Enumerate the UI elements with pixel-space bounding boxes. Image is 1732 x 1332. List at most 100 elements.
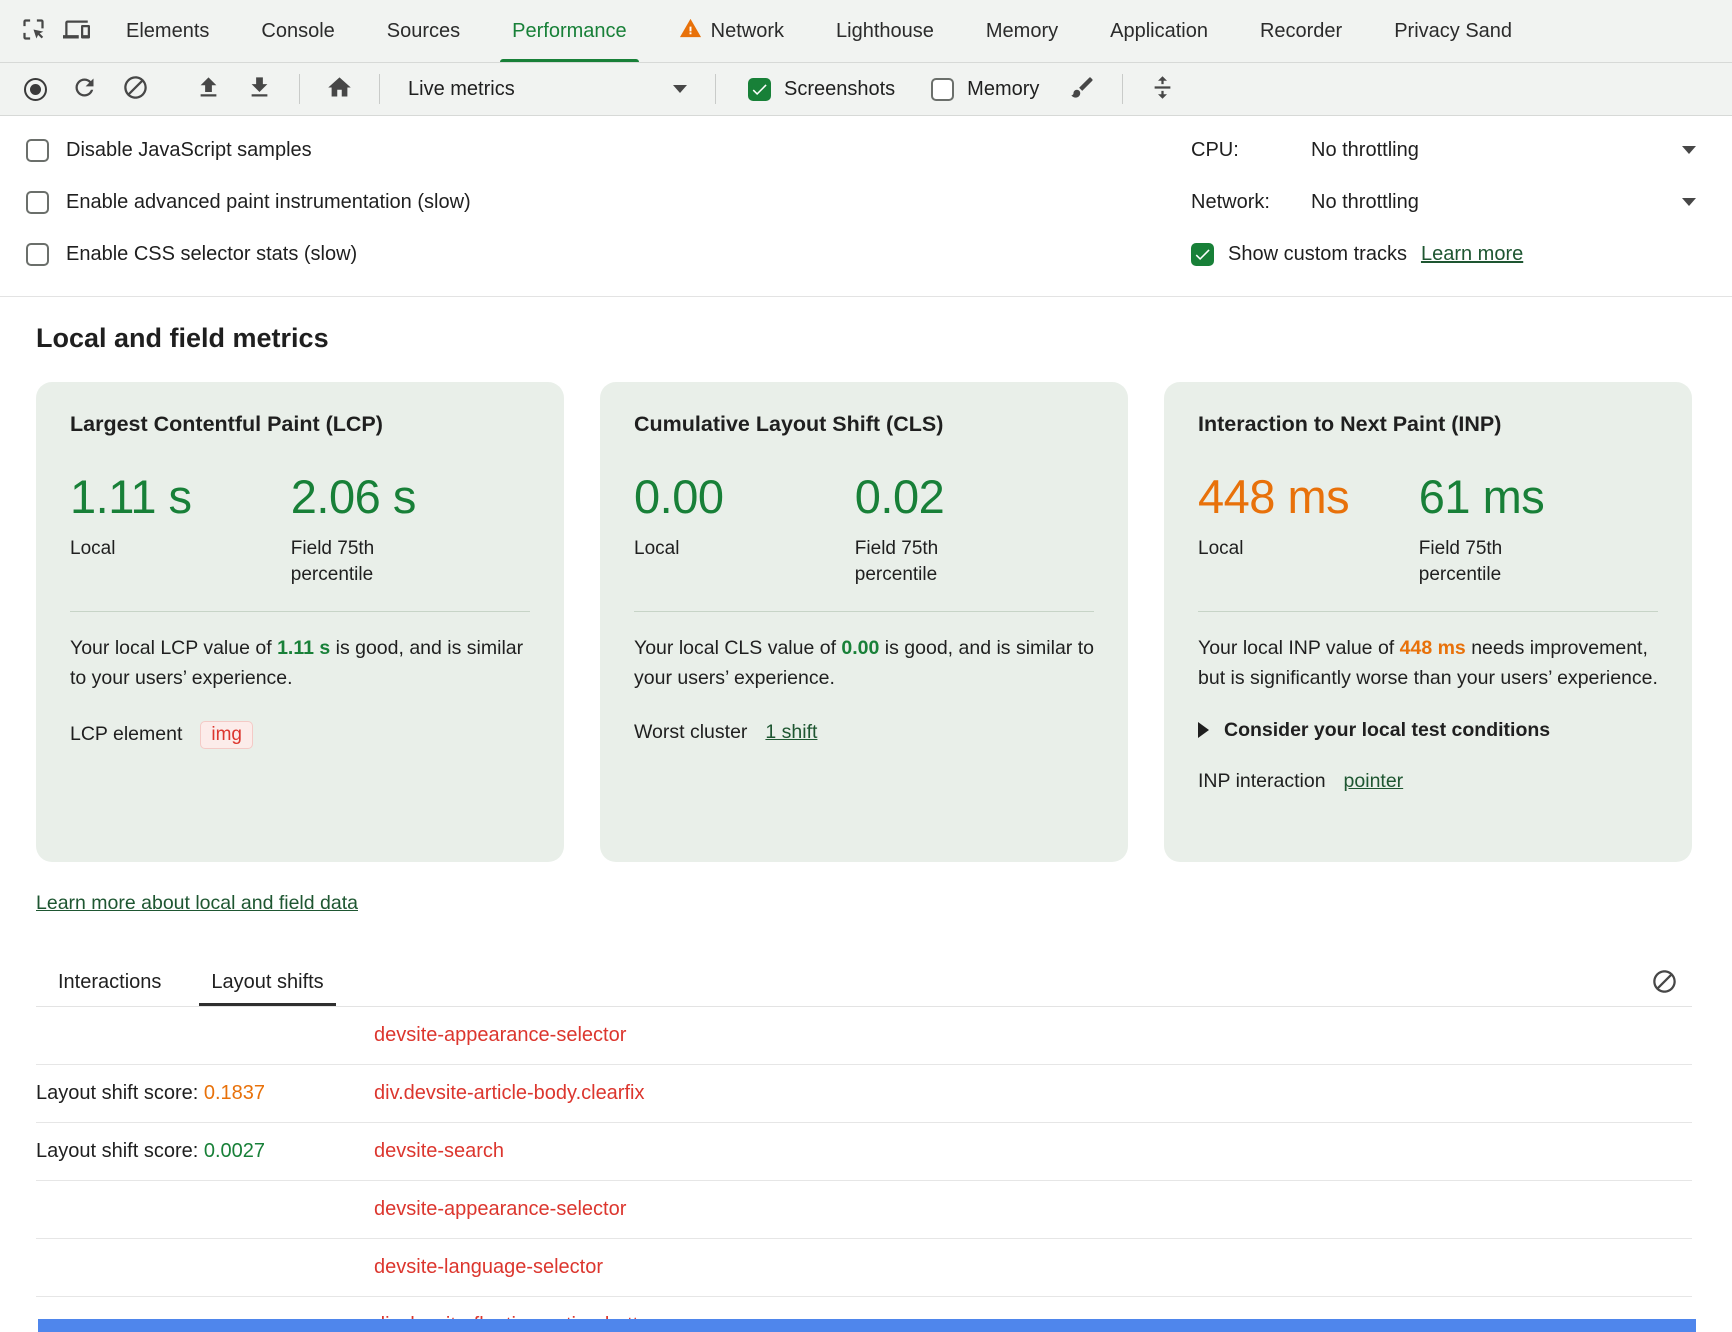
- node-link[interactable]: devsite-appearance-selector: [374, 1024, 626, 1047]
- dropdown-arrow-icon: [1682, 146, 1696, 154]
- page-title: Local and field metrics: [36, 323, 1692, 354]
- tab-application[interactable]: Application: [1084, 0, 1234, 62]
- warning-icon: [679, 17, 702, 46]
- layout-shift-row: devsite-appearance-selector: [36, 1007, 1692, 1065]
- memory-label: Memory: [967, 78, 1039, 101]
- load-profile-button[interactable]: [189, 68, 228, 110]
- tab-sources[interactable]: Sources: [361, 0, 486, 62]
- node-link[interactable]: devsite-search: [374, 1140, 504, 1163]
- performance-toolbar: Live metrics Screenshots Memory: [0, 63, 1732, 116]
- cls-local-label: Local: [634, 536, 855, 562]
- card-divider: [634, 611, 1094, 612]
- tab-recorder[interactable]: Recorder: [1234, 0, 1368, 62]
- lcp-element-label: LCP element: [70, 723, 182, 746]
- cls-card: Cumulative Layout Shift (CLS) 0.00 Local…: [600, 382, 1128, 862]
- adjust-tracks-button[interactable]: [1143, 68, 1182, 110]
- home-icon: [326, 74, 353, 104]
- upload-icon: [195, 74, 222, 104]
- checkbox-unchecked-icon: [26, 139, 49, 162]
- tab-memory[interactable]: Memory: [960, 0, 1084, 62]
- tab-label: Sources: [387, 20, 460, 43]
- throttling-settings: CPU: No throttling Network: No throttlin…: [1191, 124, 1696, 280]
- performance-settings: Disable JavaScript samples Enable advanc…: [0, 116, 1732, 297]
- network-throttling-select[interactable]: Network: No throttling: [1191, 176, 1696, 228]
- save-profile-button[interactable]: [240, 68, 279, 110]
- record-button[interactable]: [18, 72, 53, 107]
- tab-console[interactable]: Console: [235, 0, 360, 62]
- cls-card-title: Cumulative Layout Shift (CLS): [634, 412, 1094, 437]
- toolbar-separator: [379, 74, 380, 104]
- show-custom-tracks-checkbox[interactable]: Show custom tracks: [1191, 228, 1407, 280]
- learn-more-link[interactable]: Learn more: [1421, 243, 1523, 266]
- lcp-element-node-link[interactable]: img: [200, 721, 253, 749]
- desc-text: Your local INP value of: [1198, 637, 1400, 659]
- live-metrics-home-button[interactable]: [320, 68, 359, 110]
- checkbox-unchecked-icon: [26, 243, 49, 266]
- live-metrics-view: Local and field metrics Largest Contentf…: [0, 297, 1732, 1332]
- settings-checkbox-list: Disable JavaScript samples Enable advanc…: [26, 124, 471, 280]
- block-icon: [122, 74, 149, 104]
- inp-local-value: 448 ms: [1198, 469, 1419, 524]
- inspect-element-button[interactable]: [14, 10, 53, 52]
- desc-value: 448 ms: [1400, 637, 1466, 659]
- memory-checkbox[interactable]: Memory: [931, 78, 1039, 101]
- screenshots-checkbox[interactable]: Screenshots: [748, 78, 895, 101]
- lcp-field-label: Field 75th percentile: [291, 536, 411, 587]
- clear-button[interactable]: [116, 68, 155, 110]
- tab-interactions[interactable]: Interactions: [56, 959, 163, 1006]
- tab-label: Network: [711, 20, 784, 43]
- tab-elements[interactable]: Elements: [100, 0, 235, 62]
- tab-privacy-sandbox[interactable]: Privacy Sand: [1368, 0, 1538, 62]
- tab-layout-shifts[interactable]: Layout shifts: [209, 959, 325, 1006]
- reload-icon: [71, 74, 98, 104]
- block-icon: [1651, 968, 1678, 998]
- disclosure-triangle-icon: [1198, 722, 1209, 738]
- node-link[interactable]: devsite-language-selector: [374, 1256, 603, 1279]
- tab-lighthouse[interactable]: Lighthouse: [810, 0, 960, 62]
- log-tab-label: Interactions: [58, 971, 161, 994]
- tab-performance[interactable]: Performance: [486, 0, 653, 62]
- checkbox-checked-icon: [748, 78, 771, 101]
- network-label: Network:: [1191, 191, 1297, 214]
- worst-cluster-label: Worst cluster: [634, 721, 747, 744]
- adjust-icon: [1149, 74, 1176, 104]
- css-selector-stats-checkbox[interactable]: Enable CSS selector stats (slow): [26, 228, 471, 280]
- node-link[interactable]: devsite-appearance-selector: [374, 1198, 626, 1221]
- lcp-local-value: 1.11 s: [70, 469, 291, 524]
- download-icon: [246, 74, 273, 104]
- inp-interaction-link[interactable]: pointer: [1344, 770, 1404, 793]
- record-icon: [24, 78, 47, 101]
- desc-value: 1.11 s: [277, 637, 330, 659]
- brush-icon: [1069, 74, 1096, 104]
- layout-shift-row: devsite-language-selector: [36, 1239, 1692, 1297]
- learn-more-local-field-link[interactable]: Learn more about local and field data: [36, 892, 358, 915]
- inp-description: Your local INP value of 448 ms needs imp…: [1198, 634, 1658, 693]
- checkbox-label: Show custom tracks: [1228, 243, 1407, 266]
- score-label: Layout shift score:: [36, 1082, 204, 1104]
- disclosure-label: Consider your local test conditions: [1224, 719, 1550, 742]
- desc-text: Your local LCP value of: [70, 637, 277, 659]
- layout-shift-row: Layout shift score: 0.0027 devsite-searc…: [36, 1123, 1692, 1181]
- history-select[interactable]: Live metrics: [400, 72, 695, 107]
- advanced-paint-instrumentation-checkbox[interactable]: Enable advanced paint instrumentation (s…: [26, 176, 471, 228]
- checkbox-label: Enable CSS selector stats (slow): [66, 243, 357, 266]
- toolbar-separator: [715, 74, 716, 104]
- tab-label: Lighthouse: [836, 20, 934, 43]
- score-label: Layout shift score:: [36, 1140, 204, 1162]
- layout-shift-row: Layout shift score: 0.1837 div.devsite-a…: [36, 1065, 1692, 1123]
- local-test-conditions-disclosure[interactable]: Consider your local test conditions: [1198, 719, 1658, 742]
- tab-network[interactable]: Network: [653, 0, 810, 62]
- score-value: 0.1837: [204, 1082, 265, 1104]
- device-toolbar-button[interactable]: [57, 10, 96, 52]
- log-tab-label: Layout shifts: [211, 971, 323, 994]
- gc-brush-button[interactable]: [1063, 68, 1102, 110]
- node-link[interactable]: div.devsite-article-body.clearfix: [374, 1082, 644, 1105]
- clear-log-button[interactable]: [1645, 962, 1684, 1004]
- inp-card-title: Interaction to Next Paint (INP): [1198, 412, 1658, 437]
- worst-cluster-link[interactable]: 1 shift: [765, 721, 817, 744]
- cpu-throttling-select[interactable]: CPU: No throttling: [1191, 124, 1696, 176]
- checkbox-label: Disable JavaScript samples: [66, 139, 312, 162]
- reload-and-record-button[interactable]: [65, 68, 104, 110]
- disable-js-samples-checkbox[interactable]: Disable JavaScript samples: [26, 124, 471, 176]
- tab-label: Memory: [986, 20, 1058, 43]
